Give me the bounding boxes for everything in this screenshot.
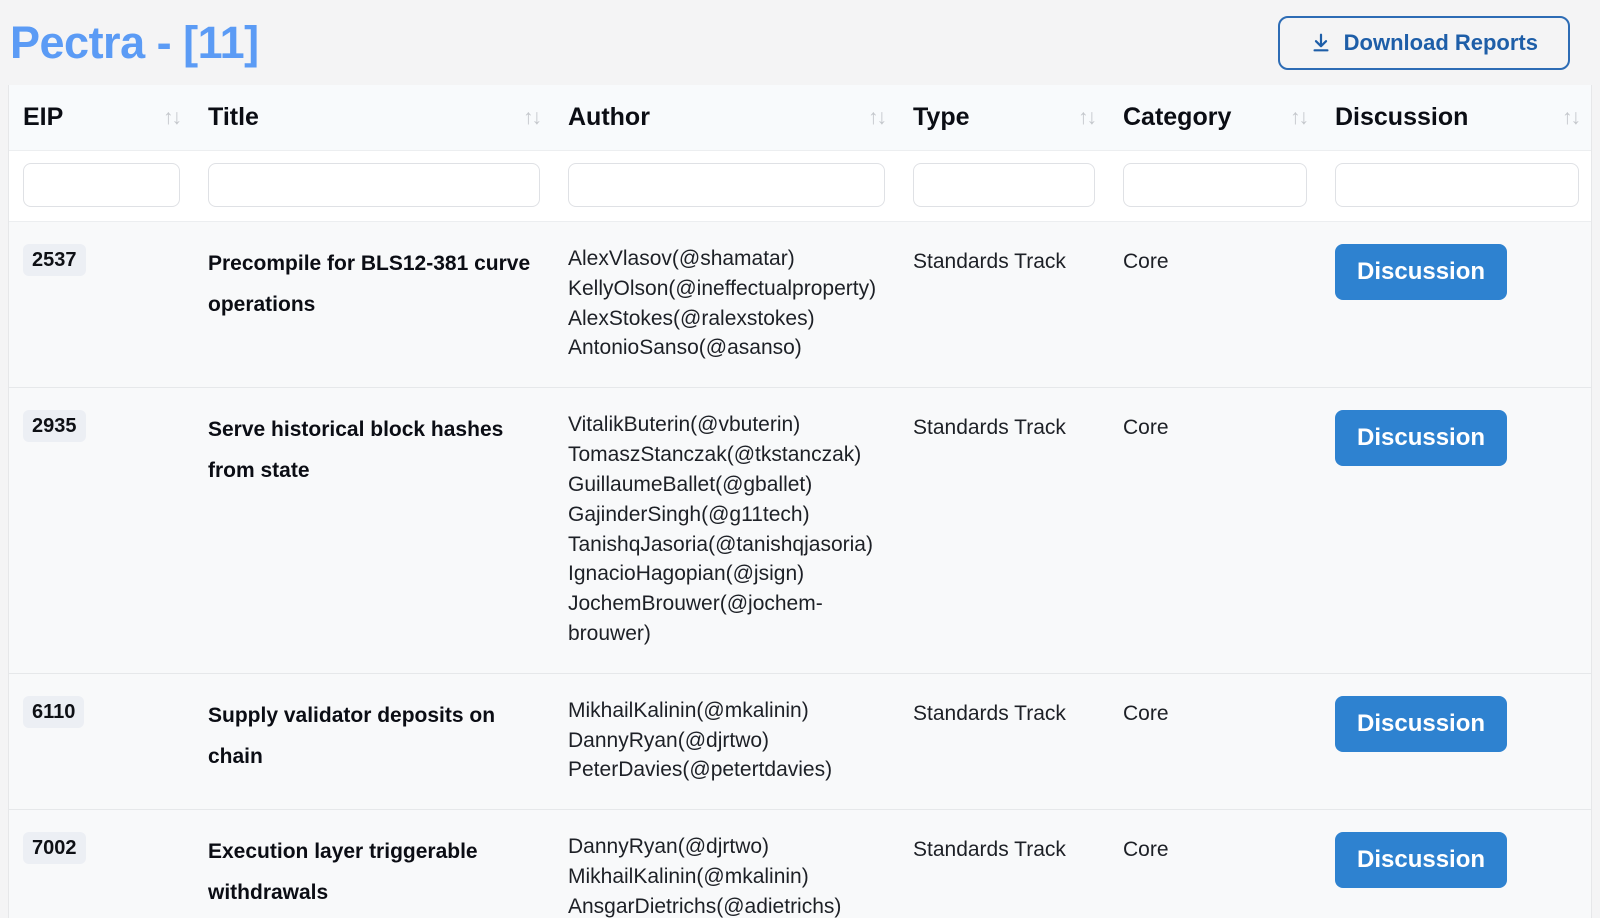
page-title: Pectra - [11] xyxy=(10,17,259,68)
author-entry: MikhailKalinin(@mkalinin) xyxy=(568,698,809,722)
sort-toggle-icon-type[interactable]: ↑↓ xyxy=(1078,107,1097,128)
cell-title[interactable]: Execution layer triggerable withdrawals xyxy=(194,809,554,918)
cell-eip: 7002 xyxy=(9,809,194,918)
author-entry: MikhailKalinin(@mkalinin) xyxy=(568,865,809,888)
column-header-title[interactable]: Title ↑↓ xyxy=(194,85,554,151)
cell-authors: AlexVlasov(@shamatar) KellyOlson(@ineffec… xyxy=(554,221,899,389)
table-body: 2537 Precompile for BLS12-381 curve opera… xyxy=(9,221,1591,918)
cell-category: Core xyxy=(1109,673,1321,811)
cell-eip: 2537 xyxy=(9,221,194,389)
table-filter-row xyxy=(9,150,1591,222)
column-header-author[interactable]: Author ↑↓ xyxy=(554,85,899,151)
filter-cell-title xyxy=(194,150,554,222)
download-icon xyxy=(1310,32,1332,54)
discussion-button[interactable]: Discussion xyxy=(1335,832,1508,889)
column-header-label-discussion: Discussion xyxy=(1335,103,1469,131)
eip-number-badge[interactable]: 2935 xyxy=(23,410,86,443)
sort-toggle-icon-eip[interactable]: ↑↓ xyxy=(163,107,182,128)
cell-discussion: Discussion xyxy=(1321,673,1591,811)
author-entry: AlexStokes(@ralexstokes) xyxy=(568,306,815,330)
author-entry: DannyRyan(@djrtwo) xyxy=(568,835,770,859)
table-row: 7002 Execution layer triggerable withdraw… xyxy=(9,809,1591,918)
cell-type: Standards Track xyxy=(899,221,1109,389)
author-entry: AnsgarDietrichs(@adietrichs) xyxy=(568,894,842,918)
author-entry: TanishqJasoria(@tanishqjasoria) xyxy=(568,532,873,556)
column-header-type[interactable]: Type ↑↓ xyxy=(899,85,1109,151)
cell-discussion: Discussion xyxy=(1321,809,1591,918)
page-header: Pectra - [11] Download Reports xyxy=(0,0,1600,85)
column-header-category[interactable]: Category ↑↓ xyxy=(1109,85,1321,151)
cell-type: Standards Track xyxy=(899,809,1109,918)
author-entry: GajinderSingh(@g11tech) xyxy=(568,502,810,526)
cell-type: Standards Track xyxy=(899,387,1109,674)
author-entry: VitalikButerin(@vbuterin) xyxy=(568,413,801,437)
eip-table: EIP ↑↓ Title ↑↓ Author ↑↓ Type ↑↓ Category ↑↓ Disc… xyxy=(9,85,1591,918)
cell-title[interactable]: Supply validator deposits on chain xyxy=(194,673,554,811)
table-head: EIP ↑↓ Title ↑↓ Author ↑↓ Type ↑↓ Category ↑↓ Disc… xyxy=(9,85,1591,222)
table-row: 2537 Precompile for BLS12-381 curve opera… xyxy=(9,221,1591,389)
eip-list-page: Pectra - [11] Download Reports EIP ↑↓ Titl… xyxy=(0,0,1600,918)
column-header-discussion[interactable]: Discussion ↑↓ xyxy=(1321,85,1591,151)
eip-number-badge[interactable]: 7002 xyxy=(23,832,86,865)
download-reports-button[interactable]: Download Reports xyxy=(1277,15,1570,70)
download-reports-label: Download Reports xyxy=(1343,29,1538,55)
author-entry: JochemBrouwer(@jochem-brouwer) xyxy=(568,592,823,645)
column-header-label-author: Author xyxy=(568,103,650,131)
author-entry: PeterDavies(@petertdavies) xyxy=(568,758,833,782)
author-entry: TomaszStanczak(@tkstanczak) xyxy=(568,443,862,467)
filter-input-author[interactable] xyxy=(568,163,885,207)
sort-toggle-icon-category[interactable]: ↑↓ xyxy=(1290,107,1309,128)
author-entry: IgnacioHagopian(@jsign) xyxy=(568,562,805,586)
filter-input-title[interactable] xyxy=(208,163,540,207)
author-entry: KellyOlson(@ineffectualproperty) xyxy=(568,276,877,300)
table-row: 2935 Serve historical block hashes from s… xyxy=(9,387,1591,674)
sort-toggle-icon-title[interactable]: ↑↓ xyxy=(523,107,542,128)
author-entry: AntonioSanso(@asanso) xyxy=(568,336,802,360)
cell-discussion: Discussion xyxy=(1321,387,1591,674)
table-row: 6110 Supply validator deposits on chain Mi… xyxy=(9,673,1591,811)
cell-category: Core xyxy=(1109,809,1321,918)
discussion-button[interactable]: Discussion xyxy=(1335,410,1508,467)
eip-table-container: EIP ↑↓ Title ↑↓ Author ↑↓ Type ↑↓ Category ↑↓ Disc… xyxy=(8,85,1592,918)
column-header-label-eip: EIP xyxy=(23,103,64,131)
eip-number-badge[interactable]: 2537 xyxy=(23,244,86,276)
author-entry: AlexVlasov(@shamatar) xyxy=(568,247,795,270)
cell-discussion: Discussion xyxy=(1321,221,1591,389)
table-header-row: EIP ↑↓ Title ↑↓ Author ↑↓ Type ↑↓ Category ↑↓ Disc… xyxy=(9,85,1591,151)
cell-title[interactable]: Precompile for BLS12-381 curve operation… xyxy=(194,221,554,389)
column-header-label-category: Category xyxy=(1123,103,1232,131)
filter-cell-author xyxy=(554,150,899,222)
column-header-label-type: Type xyxy=(913,103,970,131)
discussion-button[interactable]: Discussion xyxy=(1335,695,1508,752)
cell-category: Core xyxy=(1109,387,1321,674)
filter-cell-eip xyxy=(9,150,194,222)
author-entry: DannyRyan(@djrtwo) xyxy=(568,728,770,752)
filter-input-eip[interactable] xyxy=(23,163,180,207)
column-header-eip[interactable]: EIP ↑↓ xyxy=(9,85,194,151)
cell-eip: 2935 xyxy=(9,387,194,674)
cell-authors: MikhailKalinin(@mkalinin) DannyRyan(@djrt… xyxy=(554,673,899,811)
cell-authors: DannyRyan(@djrtwo) MikhailKalinin(@mkalin… xyxy=(554,809,899,918)
filter-cell-category xyxy=(1109,150,1321,222)
discussion-button[interactable]: Discussion xyxy=(1335,244,1508,300)
column-header-label-title: Title xyxy=(208,103,259,131)
filter-cell-type xyxy=(899,150,1109,222)
sort-toggle-icon-discussion[interactable]: ↑↓ xyxy=(1562,107,1581,128)
sort-toggle-icon-author[interactable]: ↑↓ xyxy=(868,107,887,128)
cell-eip: 6110 xyxy=(9,673,194,811)
cell-title[interactable]: Serve historical block hashes from state xyxy=(194,387,554,674)
cell-authors: VitalikButerin(@vbuterin) TomaszStanczak(… xyxy=(554,387,899,674)
cell-category: Core xyxy=(1109,221,1321,389)
cell-type: Standards Track xyxy=(899,673,1109,811)
author-entry: GuillaumeBallet(@gballet) xyxy=(568,472,813,496)
filter-input-discussion[interactable] xyxy=(1335,163,1579,207)
filter-input-category[interactable] xyxy=(1123,163,1307,207)
eip-number-badge[interactable]: 6110 xyxy=(23,695,85,728)
filter-input-type[interactable] xyxy=(913,163,1095,207)
filter-cell-discussion xyxy=(1321,150,1591,222)
